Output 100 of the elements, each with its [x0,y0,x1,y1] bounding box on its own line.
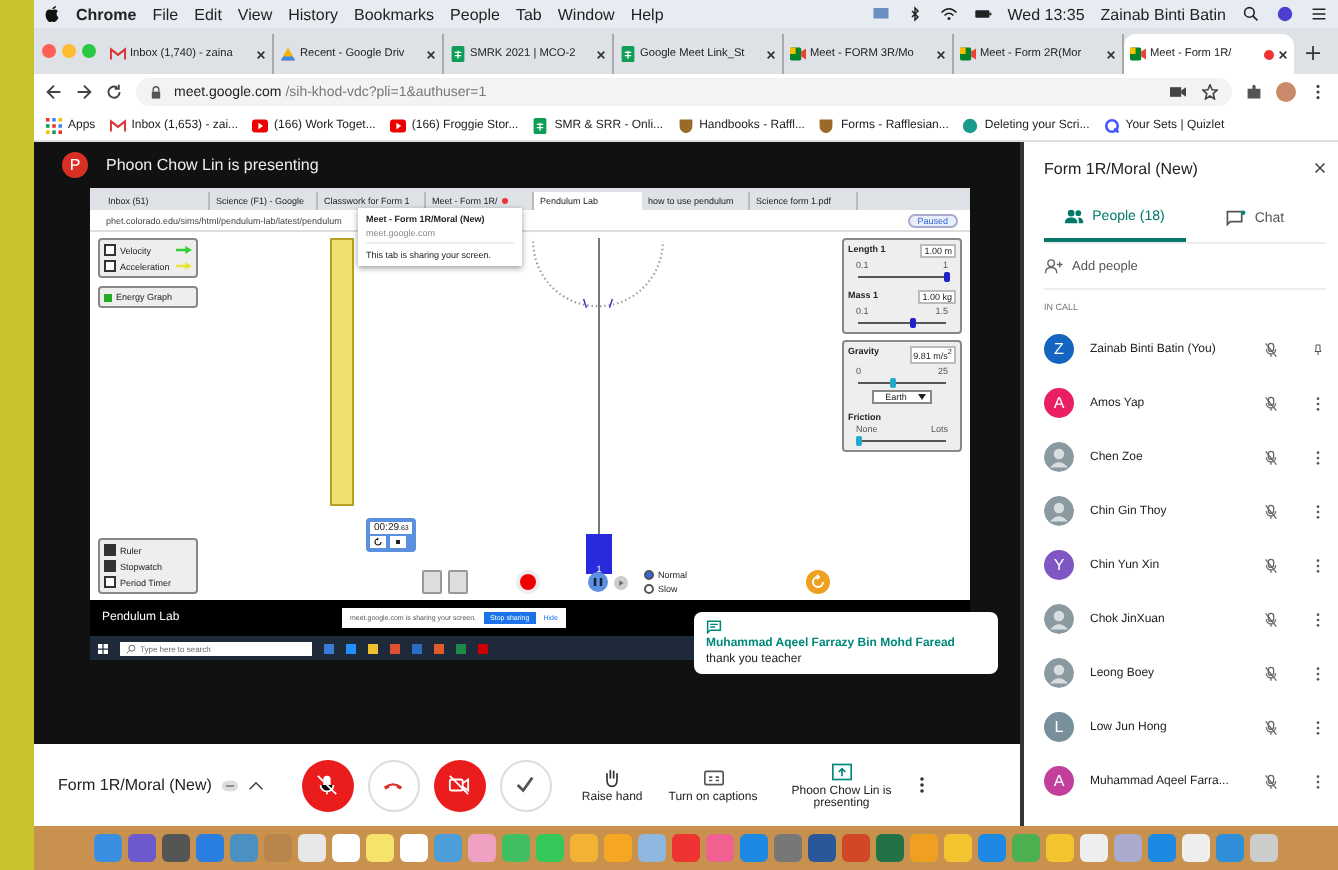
slider-track[interactable] [858,435,946,445]
play-icon [389,117,406,133]
more-options-icon[interactable] [1314,449,1322,465]
slider-track[interactable] [858,272,946,282]
windows-logo-icon[interactable] [98,643,108,653]
taskbar-app-icon[interactable] [368,643,378,653]
close-icon[interactable] [596,49,606,59]
taskbar-app-icon[interactable] [346,643,356,653]
dock-app-icon[interactable] [366,834,394,862]
checkbox[interactable] [104,560,116,572]
step-button[interactable] [614,575,628,589]
present-screen-icon [831,761,852,781]
radio-button[interactable] [644,584,654,594]
close-icon[interactable] [766,49,776,59]
puzzle-icon[interactable] [1246,84,1262,100]
microphone-off-icon [1264,503,1278,519]
crest-icon [818,117,835,133]
dock-app-icon[interactable] [400,834,428,862]
slider-thumb[interactable] [909,318,916,328]
more-options-icon[interactable] [1314,395,1322,411]
back-icon[interactable] [46,84,62,100]
more-options-icon[interactable] [1314,773,1322,789]
menu-item[interactable]: File [152,5,179,23]
more-options-icon[interactable] [1314,557,1322,573]
close-icon[interactable] [426,49,436,59]
reload-icon[interactable] [106,84,122,100]
microphone-off-icon [1264,611,1278,627]
more-options-icon[interactable] [1314,665,1322,681]
pin-icon[interactable] [1314,341,1322,357]
menu-item[interactable]: History [288,5,339,23]
camera-icon[interactable] [1170,84,1186,100]
reset-all-button[interactable] [806,570,830,594]
checkbox[interactable] [104,260,116,272]
menu-item[interactable]: View [237,5,273,23]
new-tab-icon[interactable] [1306,46,1320,60]
menu-app-name[interactable]: Chrome [76,5,137,23]
stop-button[interactable] [390,536,406,548]
menu-clock[interactable]: Wed 13:35 [1007,5,1085,23]
menu-item[interactable]: Tab [515,5,542,23]
apple-icon[interactable] [44,4,60,24]
dock-app-icon[interactable] [876,834,904,862]
dock-app-icon[interactable] [162,834,190,862]
menu-item[interactable]: People [450,5,500,23]
battery-icon[interactable] [973,6,992,22]
taskbar-app-icon[interactable] [390,643,400,653]
display-icon[interactable] [871,6,890,22]
close-icon[interactable] [936,49,946,59]
dock-app-icon[interactable] [1080,834,1108,862]
close-icon[interactable] [1278,49,1288,59]
close-icon[interactable] [256,49,266,59]
dock-app-icon[interactable] [332,834,360,862]
taskbar-app-icon[interactable] [324,643,334,653]
slider-thumb[interactable] [855,435,861,445]
menu-item[interactable]: Bookmarks [354,5,435,23]
menu-user-name[interactable]: Zainab Binti Batin [1100,5,1226,23]
lock-icon [150,85,162,99]
checkbox[interactable] [104,576,116,588]
pause-button[interactable] [588,572,608,592]
avatar: L [1044,712,1074,742]
menu-item[interactable]: Window [557,5,615,23]
wifi-icon[interactable] [939,6,958,22]
dock-app-icon[interactable] [808,834,836,862]
pendulum-mode-button[interactable] [422,570,442,594]
list-icon[interactable] [1310,6,1328,22]
camera-off-button[interactable] [433,759,486,811]
two-pendulum-mode-button[interactable] [448,570,468,594]
menu-item[interactable]: Help [630,5,664,23]
more-options-icon[interactable] [1314,719,1322,735]
spreadsheet-icon [532,117,549,133]
profile-avatar[interactable] [1276,82,1296,102]
meeting-name[interactable]: Form 1R/Moral (New) [58,776,212,794]
slider-thumb[interactable] [889,377,896,387]
checkbox[interactable] [104,544,116,556]
taskbar-app-icon[interactable] [434,643,444,653]
microphone-off-button[interactable] [301,759,354,811]
checkbox[interactable] [104,244,116,256]
dock-app-icon[interactable] [1182,834,1210,862]
star-icon[interactable] [1202,84,1218,100]
reset-button[interactable] [370,536,386,548]
record-button[interactable] [516,570,540,594]
close-icon[interactable] [1106,49,1116,59]
siri-icon[interactable] [1276,6,1294,22]
avatar-silhouette [1044,442,1074,472]
bluetooth-icon[interactable] [905,6,924,22]
more-icon[interactable] [1310,84,1326,100]
search-icon[interactable] [1242,6,1260,22]
more-options-icon[interactable] [1314,611,1322,627]
microphone-off-icon [1264,341,1278,357]
video-camera-icon [960,46,976,62]
checkmark-button[interactable] [499,759,552,811]
slider-thumb[interactable] [943,272,949,282]
forward-icon[interactable] [76,84,92,100]
close-icon[interactable] [1314,162,1326,174]
dock-app-icon[interactable] [298,834,326,862]
more-options-icon[interactable] [1314,503,1322,519]
close-window-button[interactable] [42,44,56,58]
radio-button[interactable] [644,570,654,580]
chevron-up-icon[interactable] [247,779,264,791]
more-options-icon[interactable] [917,776,926,794]
menu-item[interactable]: Edit [194,5,222,23]
